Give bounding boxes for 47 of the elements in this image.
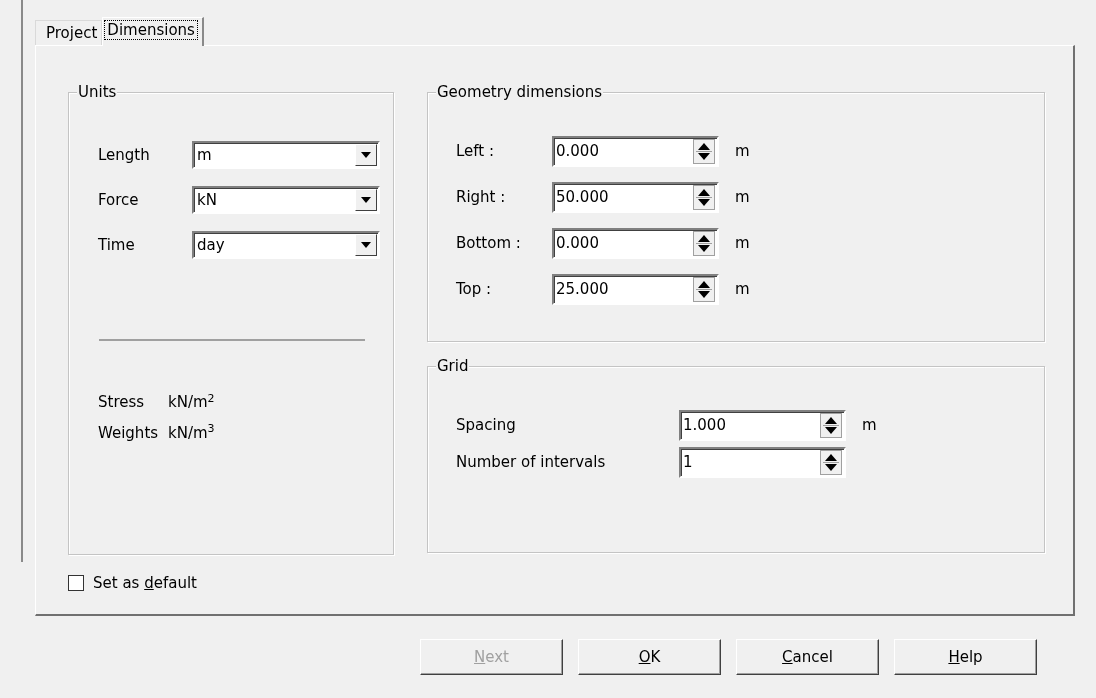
spinner-icon[interactable] bbox=[820, 450, 842, 475]
field-label: Top : bbox=[456, 279, 493, 301]
unit-value: kN/m$^{2}$ bbox=[168, 391, 215, 413]
group-title: Geometry dimensions bbox=[436, 83, 604, 101]
checkbox-label: Set as default bbox=[93, 573, 197, 594]
number-field[interactable]: 1.000 bbox=[679, 410, 846, 441]
dropdown[interactable]: day bbox=[192, 231, 380, 259]
spinner-icon[interactable] bbox=[693, 231, 715, 256]
dialog-button[interactable]: Help bbox=[894, 639, 1037, 675]
number-field[interactable]: 1 bbox=[679, 447, 846, 478]
field-label: Spacing bbox=[456, 415, 517, 437]
dropdown[interactable]: kN bbox=[192, 186, 380, 214]
field-label: Length bbox=[98, 144, 151, 166]
field-label: Number of intervals bbox=[456, 452, 607, 474]
dropdown-button[interactable] bbox=[355, 234, 377, 256]
unit-label: m bbox=[735, 279, 750, 301]
unit-label: Weights bbox=[98, 422, 160, 444]
unit-label: m bbox=[735, 187, 750, 209]
number-field[interactable]: 50.000 bbox=[552, 182, 719, 213]
number-field[interactable]: 0.000 bbox=[552, 228, 719, 259]
caret-icon[interactable] bbox=[361, 152, 371, 158]
unit-value: kN/m$^{3}$ bbox=[168, 421, 215, 444]
unit-label: m bbox=[735, 141, 750, 163]
spinner-icon[interactable] bbox=[820, 413, 842, 438]
unit-label: Stress bbox=[98, 392, 146, 413]
dialog-button[interactable]: OK bbox=[578, 639, 721, 675]
caret-icon[interactable] bbox=[361, 197, 371, 203]
spinner-icon[interactable] bbox=[693, 139, 715, 164]
spinner-icon[interactable] bbox=[693, 185, 715, 210]
tab[interactable]: Project bbox=[35, 20, 103, 45]
unit-label: m bbox=[862, 415, 877, 437]
field-label: Left : bbox=[456, 141, 496, 163]
field-label: Force bbox=[98, 189, 140, 211]
dropdown-button[interactable] bbox=[355, 144, 377, 166]
dialog-button[interactable]: Cancel bbox=[736, 639, 879, 675]
field-label: Time bbox=[98, 234, 136, 256]
dropdown-button[interactable] bbox=[355, 189, 377, 211]
checkbox[interactable] bbox=[68, 575, 84, 592]
spinner-icon[interactable] bbox=[693, 277, 715, 302]
dropdown[interactable]: m bbox=[192, 141, 380, 169]
number-field[interactable]: 0.000 bbox=[552, 136, 719, 167]
tab[interactable]: Dimensions bbox=[102, 17, 204, 46]
unit-label: m bbox=[735, 233, 750, 255]
caret-icon[interactable] bbox=[361, 242, 371, 248]
number-field[interactable]: 25.000 bbox=[552, 274, 719, 305]
field-label: Right : bbox=[456, 187, 507, 209]
field-label: Bottom : bbox=[456, 233, 522, 255]
